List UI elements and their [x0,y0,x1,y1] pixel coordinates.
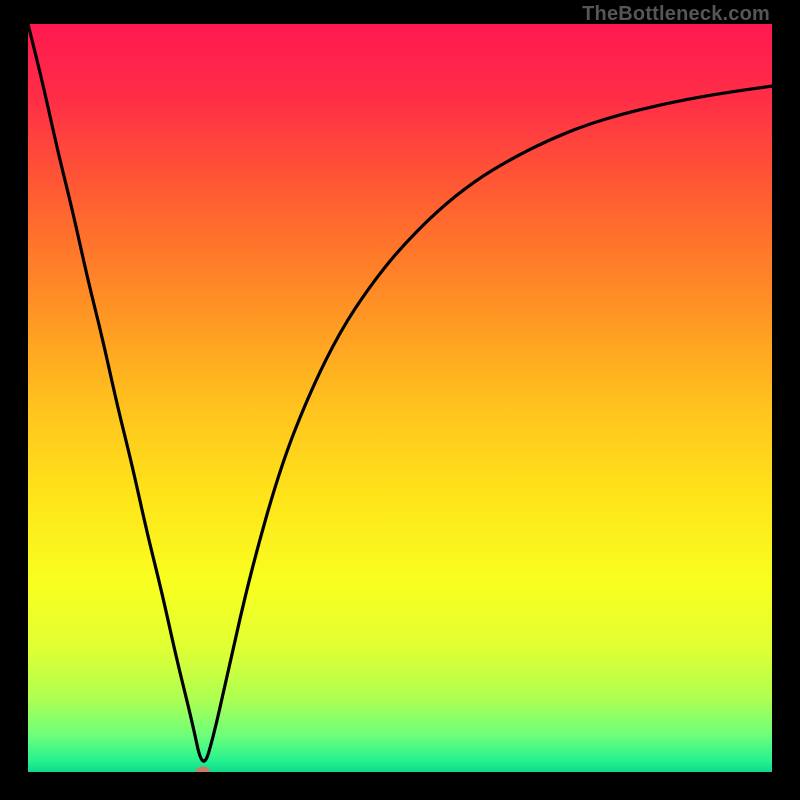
watermark-text: TheBottleneck.com [582,3,770,26]
chart-svg [28,24,772,772]
gradient-background [28,24,772,772]
chart-plot-area [28,24,772,772]
